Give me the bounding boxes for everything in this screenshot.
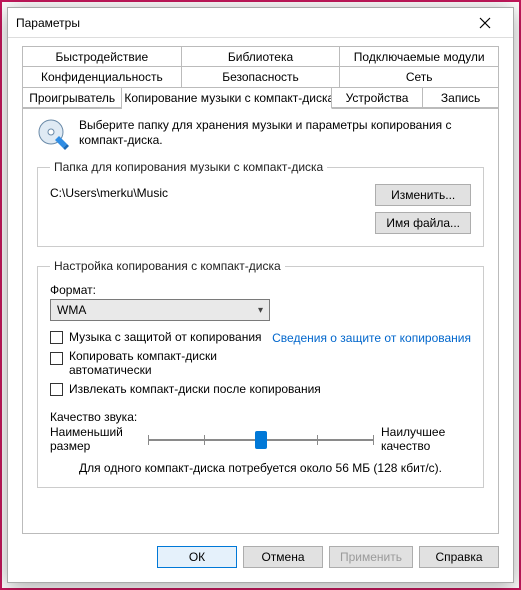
close-icon: [479, 17, 491, 29]
tab-row-3: Проигрыватель Копирование музыки с компа…: [22, 87, 499, 108]
estimate-text: Для одного компакт-диска потребуется око…: [50, 461, 471, 475]
eject-label: Извлекать компакт-диски после копировани…: [69, 383, 321, 397]
slider-thumb[interactable]: [255, 431, 267, 449]
eject-checkbox[interactable]: [50, 383, 63, 396]
close-button[interactable]: [465, 9, 505, 37]
tab-row-1: Быстродействие Библиотека Подключаемые м…: [22, 46, 499, 66]
auto-rip-checkbox[interactable]: [50, 352, 63, 365]
format-select[interactable]: WMA ▾: [50, 299, 270, 321]
rip-settings-legend: Настройка копирования с компакт-диска: [50, 259, 285, 273]
auto-rip-label: Копировать компакт-диски автоматически: [69, 350, 269, 378]
tab-panel: Выберите папку для хранения музыки и пар…: [22, 107, 499, 534]
quality-label: Качество звука:: [50, 410, 471, 424]
chevron-down-icon: ▾: [258, 305, 263, 316]
intro-text: Выберите папку для хранения музыки и пар…: [79, 118, 484, 148]
cd-rip-icon: [37, 118, 69, 150]
format-label: Формат:: [50, 283, 471, 297]
filename-button[interactable]: Имя файла...: [375, 212, 471, 234]
copy-protect-checkbox[interactable]: [50, 331, 63, 344]
tab-rip-music[interactable]: Копирование музыки с компакт-диска: [122, 87, 331, 109]
rip-folder-path: C:\Users\merku\Music: [50, 184, 365, 234]
tab-burn[interactable]: Запись: [423, 87, 499, 109]
quality-slider[interactable]: [148, 428, 373, 452]
quality-min-label: Наименьший размер: [50, 426, 140, 452]
help-button[interactable]: Справка: [419, 546, 499, 568]
change-folder-button[interactable]: Изменить...: [375, 184, 471, 206]
tab-devices[interactable]: Устройства: [332, 87, 423, 109]
tab-plugins[interactable]: Подключаемые модули: [340, 46, 499, 67]
cancel-button[interactable]: Отмена: [243, 546, 323, 568]
tab-player[interactable]: Проигрыватель: [22, 87, 122, 109]
copy-protect-label: Музыка с защитой от копирования: [69, 331, 262, 345]
folder-group-legend: Папка для копирования музыки с компакт-д…: [50, 160, 327, 174]
titlebar: Параметры: [8, 8, 513, 38]
ok-button[interactable]: ОК: [157, 546, 237, 568]
rip-settings-group: Настройка копирования с компакт-диска Фо…: [37, 259, 484, 488]
tab-performance[interactable]: Быстродействие: [22, 46, 182, 67]
tab-library[interactable]: Библиотека: [182, 46, 341, 67]
quality-max-label: Наилучшее качество: [381, 426, 471, 452]
folder-group: Папка для копирования музыки с компакт-д…: [37, 160, 484, 247]
dialog-window: Параметры Быстродействие Библиотека Подк…: [7, 7, 514, 583]
format-select-value: WMA: [57, 303, 86, 317]
apply-button[interactable]: Применить: [329, 546, 413, 568]
tab-security[interactable]: Безопасность: [182, 66, 341, 88]
window-title: Параметры: [16, 16, 465, 30]
copy-protect-info-link[interactable]: Сведения о защите от копирования: [272, 331, 471, 345]
tab-privacy[interactable]: Конфиденциальность: [22, 66, 182, 88]
tab-network[interactable]: Сеть: [340, 66, 499, 88]
tab-row-2: Конфиденциальность Безопасность Сеть: [22, 66, 499, 87]
annotation-frame: Параметры Быстродействие Библиотека Подк…: [0, 0, 521, 590]
dialog-footer: ОК Отмена Применить Справка: [8, 534, 513, 582]
